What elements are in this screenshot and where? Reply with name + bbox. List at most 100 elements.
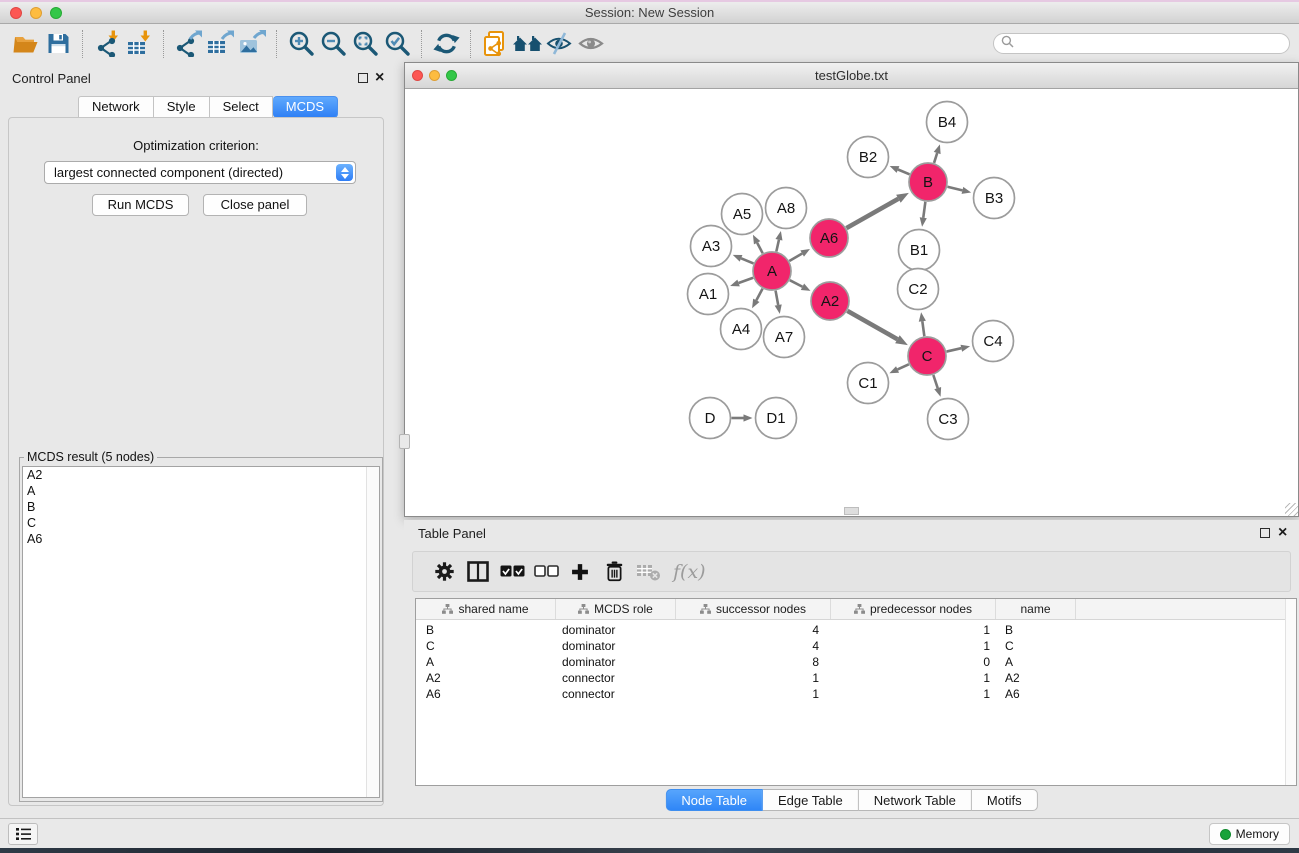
table-row[interactable]: Cdominator41C	[416, 638, 1296, 654]
save-session-icon[interactable]	[42, 29, 74, 59]
graph-edge-C-C1[interactable]	[898, 364, 909, 369]
export-network-icon[interactable]	[172, 29, 204, 59]
delete-columns-icon[interactable]	[597, 557, 631, 587]
tab-node-table[interactable]: Node Table	[665, 789, 763, 811]
cell-MCDS-role[interactable]: dominator	[556, 638, 676, 654]
mcds-result-item[interactable]: C	[23, 515, 379, 531]
table-row[interactable]: A6connector11A6	[416, 686, 1296, 702]
cell-shared-name[interactable]: A	[416, 654, 556, 670]
hide-graphics-details-icon[interactable]	[543, 29, 575, 59]
cell-MCDS-role[interactable]: connector	[556, 686, 676, 702]
import-network-icon[interactable]	[91, 29, 123, 59]
control-panel-float-button[interactable]	[358, 73, 368, 83]
create-column-icon[interactable]	[563, 557, 597, 587]
table-panel-float-button[interactable]	[1260, 528, 1270, 538]
network-graph[interactable]: B4B2BB3A8A5A6A3B1AC2A1A2A4A7C4CC1C3DD1	[405, 89, 1298, 516]
graph-edge-C-C2[interactable]	[922, 321, 924, 336]
graph-edge-A6-B[interactable]	[846, 199, 898, 228]
cell-predecessor-nodes[interactable]: 1	[831, 638, 996, 654]
cell-successor-nodes[interactable]: 4	[676, 638, 831, 654]
zoom-fit-icon[interactable]	[349, 29, 381, 59]
column-header-successor-nodes[interactable]: successor nodes	[676, 599, 831, 619]
table-scrollbar[interactable]	[1285, 599, 1296, 785]
graph-edge-B-B2[interactable]	[898, 170, 910, 175]
cell-shared-name[interactable]: A6	[416, 686, 556, 702]
table-row[interactable]: Adominator80A	[416, 654, 1296, 670]
export-image-icon[interactable]	[236, 29, 268, 59]
mcds-result-list[interactable]: A2ABCA6	[22, 466, 380, 798]
search-box[interactable]	[993, 33, 1290, 54]
tab-mcds[interactable]: MCDS	[273, 96, 338, 118]
cell-name[interactable]: A2	[996, 670, 1076, 686]
graph-edge-A-A2[interactable]	[790, 280, 803, 287]
window-resize-grip[interactable]	[1285, 503, 1298, 516]
mcds-result-item[interactable]: A2	[23, 467, 379, 483]
open-session-icon[interactable]	[10, 29, 42, 59]
graph-edge-B-B1[interactable]	[923, 202, 925, 218]
select-all-columns-icon[interactable]	[495, 557, 529, 587]
cell-shared-name[interactable]: B	[416, 622, 556, 638]
tab-network[interactable]: Network	[78, 96, 154, 118]
tab-edge-table[interactable]: Edge Table	[763, 789, 859, 811]
table-panel-close-button[interactable]: ×	[1278, 527, 1287, 539]
cell-shared-name[interactable]: A2	[416, 670, 556, 686]
cell-successor-nodes[interactable]: 8	[676, 654, 831, 670]
refresh-icon[interactable]	[430, 29, 462, 59]
graph-edge-A-A7[interactable]	[776, 291, 779, 305]
show-graphics-details-icon[interactable]	[575, 29, 607, 59]
table-row[interactable]: A2connector11A2	[416, 670, 1296, 686]
cell-predecessor-nodes[interactable]: 0	[831, 654, 996, 670]
run-mcds-button[interactable]: Run MCDS	[92, 194, 189, 216]
zoom-in-icon[interactable]	[285, 29, 317, 59]
cell-MCDS-role[interactable]: dominator	[556, 654, 676, 670]
graph-edge-A-A6[interactable]	[789, 254, 802, 261]
cell-successor-nodes[interactable]: 1	[676, 670, 831, 686]
tab-motifs[interactable]: Motifs	[972, 789, 1038, 811]
memory-button[interactable]: Memory	[1209, 823, 1290, 845]
cell-shared-name[interactable]: C	[416, 638, 556, 654]
show-columns-icon[interactable]	[461, 557, 495, 587]
graph-edge-C-C4[interactable]	[947, 348, 962, 351]
column-header-name[interactable]: name	[996, 599, 1076, 619]
search-input[interactable]	[1018, 35, 1289, 52]
task-history-button[interactable]	[8, 823, 38, 845]
table-row[interactable]: Bdominator41B	[416, 622, 1296, 638]
canvas-left-grip[interactable]	[399, 434, 410, 449]
cell-predecessor-nodes[interactable]: 1	[831, 670, 996, 686]
cell-successor-nodes[interactable]: 4	[676, 622, 831, 638]
graph-edge-B-B3[interactable]	[947, 187, 962, 191]
zoom-out-icon[interactable]	[317, 29, 349, 59]
import-table-icon[interactable]	[123, 29, 155, 59]
graph-edge-A-A1[interactable]	[739, 278, 754, 283]
graph-edge-A2-C[interactable]	[847, 311, 897, 339]
close-panel-button[interactable]: Close panel	[203, 194, 307, 216]
export-table-icon[interactable]	[204, 29, 236, 59]
graph-edge-A-A3[interactable]	[741, 258, 753, 263]
column-header-predecessor-nodes[interactable]: predecessor nodes	[831, 599, 996, 619]
mcds-result-item[interactable]: A	[23, 483, 379, 499]
graph-edge-A-A8[interactable]	[776, 240, 779, 252]
cell-successor-nodes[interactable]: 1	[676, 686, 831, 702]
cell-name[interactable]: C	[996, 638, 1076, 654]
unselect-all-columns-icon[interactable]	[529, 557, 563, 587]
cell-MCDS-role[interactable]: connector	[556, 670, 676, 686]
graph-edge-A-A4[interactable]	[756, 289, 762, 301]
network-canvas[interactable]: B4B2BB3A8A5A6A3B1AC2A1A2A4A7C4CC1C3DD1	[405, 89, 1298, 516]
graph-edge-B-B4[interactable]	[934, 153, 937, 163]
cell-MCDS-role[interactable]: dominator	[556, 622, 676, 638]
tab-style[interactable]: Style	[154, 96, 210, 118]
graph-edge-A-A5[interactable]	[757, 243, 763, 254]
graph-edge-C-C3[interactable]	[933, 375, 937, 388]
network-window-titlebar[interactable]: testGlobe.txt	[405, 63, 1298, 89]
cell-predecessor-nodes[interactable]: 1	[831, 622, 996, 638]
show-hide-panels-icon[interactable]	[511, 29, 543, 59]
cell-name[interactable]: B	[996, 622, 1076, 638]
criterion-dropdown[interactable]: largest connected component (directed)	[44, 161, 356, 184]
new-network-from-selection-icon[interactable]	[479, 29, 511, 59]
mcds-result-item[interactable]: B	[23, 499, 379, 515]
cell-predecessor-nodes[interactable]: 1	[831, 686, 996, 702]
cell-name[interactable]: A	[996, 654, 1076, 670]
tab-network-table[interactable]: Network Table	[859, 789, 972, 811]
control-panel-close-button[interactable]: ×	[375, 72, 384, 84]
column-header-MCDS-role[interactable]: MCDS role	[556, 599, 676, 619]
